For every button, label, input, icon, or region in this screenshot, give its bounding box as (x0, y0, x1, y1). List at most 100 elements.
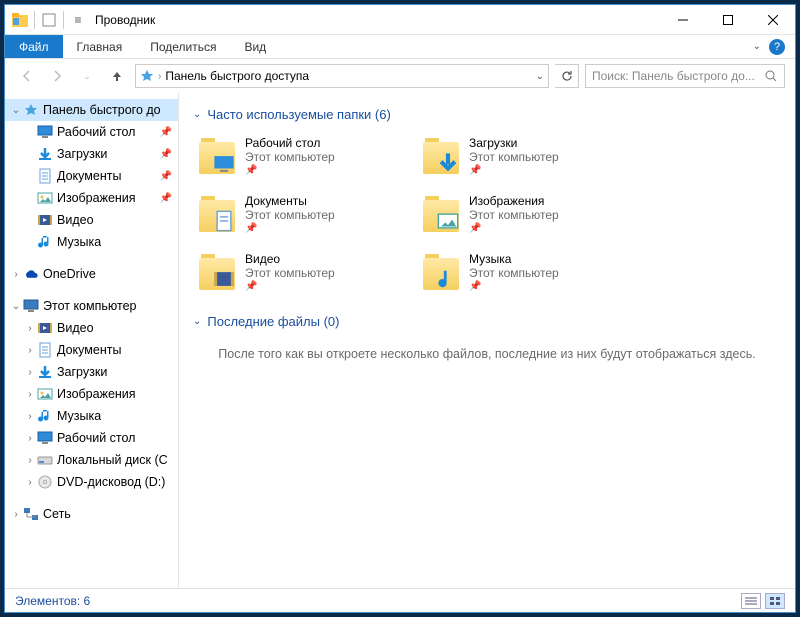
pin-icon: 📌 (245, 223, 335, 234)
ribbon-expand-icon[interactable]: ⌄ (753, 41, 761, 52)
desktop-icon (37, 430, 53, 446)
pin-icon: 📌 (245, 165, 335, 176)
chevron-right-icon[interactable]: › (23, 367, 37, 378)
address-bar[interactable]: › Панель быстрого доступа ⌄ (135, 64, 549, 88)
sidebar-quick-access[interactable]: ⌄ Панель быстрого до (5, 99, 178, 121)
folder-tile[interactable]: Видео Этот компьютер 📌 (193, 248, 403, 296)
search-input[interactable]: Поиск: Панель быстрого до... (585, 64, 785, 88)
chevron-right-icon[interactable]: › (23, 455, 37, 466)
sidebar-pc-item[interactable]: ›Загрузки (5, 361, 178, 383)
refresh-button[interactable] (555, 64, 579, 88)
chevron-down-icon: ⌄ (193, 109, 201, 120)
chevron-right-icon[interactable]: › (23, 433, 37, 444)
sidebar-quick-item[interactable]: Музыка (5, 231, 178, 253)
address-dropdown-icon[interactable]: ⌄ (536, 71, 544, 82)
sidebar-quick-item[interactable]: Изображения📌 (5, 187, 178, 209)
chevron-right-icon[interactable]: › (9, 269, 23, 280)
maximize-button[interactable] (705, 5, 750, 34)
chevron-right-icon[interactable]: › (9, 509, 23, 520)
documents-icon (37, 168, 53, 184)
folder-icon (421, 252, 461, 292)
desktop-icon (37, 124, 53, 140)
chevron-right-icon[interactable]: › (23, 389, 37, 400)
sidebar-pc-item[interactable]: ›Изображения (5, 383, 178, 405)
chevron-right-icon[interactable]: › (23, 411, 37, 422)
chevron-right-icon[interactable]: › (23, 477, 37, 488)
minimize-button[interactable] (660, 5, 705, 34)
sidebar-quick-item[interactable]: Документы📌 (5, 165, 178, 187)
pictures-icon (37, 386, 53, 402)
music-icon (37, 408, 53, 424)
chevron-right-icon[interactable]: › (23, 323, 37, 334)
quick-access-toolbar-dropdown[interactable]: ≡ (69, 11, 87, 29)
navigation-pane: ⌄ Панель быстрого до Рабочий стол📌Загруз… (5, 93, 179, 588)
chevron-down-icon[interactable]: ⌄ (9, 301, 23, 312)
ribbon-tab-share[interactable]: Поделиться (136, 35, 230, 58)
sidebar-quick-item[interactable]: Рабочий стол📌 (5, 121, 178, 143)
nav-history-dropdown[interactable]: ⌄ (75, 64, 99, 88)
window-title: Проводник (95, 13, 155, 27)
onedrive-icon (23, 266, 39, 282)
folder-icon (421, 194, 461, 234)
nav-forward-button[interactable] (45, 64, 69, 88)
pin-icon: 📌 (469, 165, 559, 176)
explorer-icon (11, 11, 29, 29)
quick-access-toolbar-new-folder[interactable] (40, 11, 58, 29)
search-icon (764, 69, 778, 83)
sidebar-this-pc[interactable]: ⌄ Этот компьютер (5, 295, 178, 317)
ribbon-tab-home[interactable]: Главная (63, 35, 137, 58)
close-button[interactable] (750, 5, 795, 34)
group-frequent-folders[interactable]: ⌄ Часто используемые папки (6) (193, 107, 781, 122)
sidebar-onedrive[interactable]: › OneDrive (5, 263, 178, 285)
video-icon (37, 320, 53, 336)
sidebar-pc-item[interactable]: ›Рабочий стол (5, 427, 178, 449)
star-icon (140, 69, 154, 83)
nav-back-button[interactable] (15, 64, 39, 88)
address-row: ⌄ › Панель быстрого доступа ⌄ Поиск: Пан… (5, 59, 795, 93)
network-icon (23, 506, 39, 522)
help-icon[interactable]: ? (769, 39, 785, 55)
explorer-window: ≡ Проводник Файл Главная Поделиться Вид … (4, 4, 796, 613)
pin-icon: 📌 (160, 127, 172, 138)
pin-icon: 📌 (245, 281, 335, 292)
view-details-button[interactable] (741, 593, 761, 609)
folder-location: Этот компьютер (245, 208, 335, 222)
address-path: Панель быстрого доступа (165, 69, 309, 83)
search-placeholder: Поиск: Панель быстрого до... (592, 69, 764, 83)
ribbon-tab-view[interactable]: Вид (230, 35, 280, 58)
documents-icon (37, 342, 53, 358)
sidebar-pc-item[interactable]: ›Видео (5, 317, 178, 339)
folder-name: Изображения (469, 194, 559, 208)
sidebar-pc-item[interactable]: ›Документы (5, 339, 178, 361)
ribbon-tab-file[interactable]: Файл (5, 35, 63, 58)
sidebar-quick-item[interactable]: Загрузки📌 (5, 143, 178, 165)
folder-tile[interactable]: Документы Этот компьютер 📌 (193, 190, 403, 238)
chevron-down-icon[interactable]: ⌄ (9, 105, 23, 116)
folder-icon (197, 252, 237, 292)
titlebar: ≡ Проводник (5, 5, 795, 35)
sidebar-pc-item[interactable]: ›Музыка (5, 405, 178, 427)
pin-icon: 📌 (160, 171, 172, 182)
folder-tile[interactable]: Загрузки Этот компьютер 📌 (417, 132, 627, 180)
nav-up-button[interactable] (105, 64, 129, 88)
folder-tile[interactable]: Музыка Этот компьютер 📌 (417, 248, 627, 296)
sidebar-pc-item[interactable]: ›DVD-дисковод (D:) (5, 471, 178, 493)
folder-location: Этот компьютер (469, 150, 559, 164)
folder-name: Документы (245, 194, 335, 208)
sidebar-pc-item[interactable]: ›Локальный диск (C (5, 449, 178, 471)
folder-tile[interactable]: Изображения Этот компьютер 📌 (417, 190, 627, 238)
folder-location: Этот компьютер (245, 150, 335, 164)
folder-tile[interactable]: Рабочий стол Этот компьютер 📌 (193, 132, 403, 180)
content-pane: ⌄ Часто используемые папки (6) Рабочий с… (179, 93, 795, 588)
video-icon (37, 212, 53, 228)
pin-icon: 📌 (160, 149, 172, 160)
downloads-icon (37, 146, 53, 162)
status-item-count: Элементов: 6 (15, 594, 90, 608)
pin-icon: 📌 (469, 281, 559, 292)
group-recent-files[interactable]: ⌄ Последние файлы (0) (193, 314, 781, 329)
view-large-icons-button[interactable] (765, 593, 785, 609)
sidebar-network[interactable]: › Сеть (5, 503, 178, 525)
sidebar-quick-item[interactable]: Видео (5, 209, 178, 231)
folder-icon (197, 136, 237, 176)
chevron-right-icon[interactable]: › (23, 345, 37, 356)
